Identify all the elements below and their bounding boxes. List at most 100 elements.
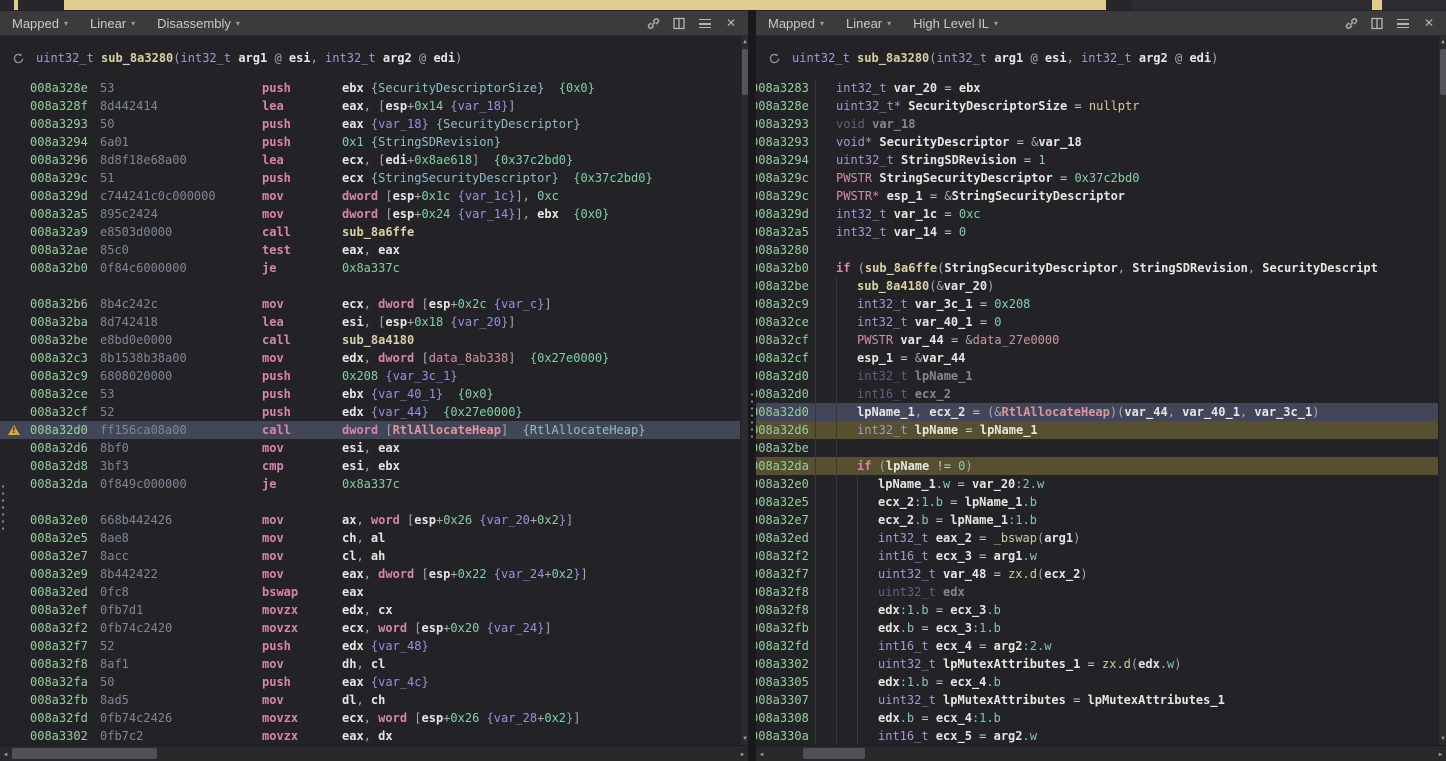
hlil-line-body[interactable]: ecx_2:1.b = lpName_1.b — [815, 493, 1446, 511]
hlil-line-body[interactable]: uint32_t edx — [815, 583, 1446, 601]
address[interactable]: 008a3293 — [756, 133, 809, 151]
address[interactable]: 008a32a5 — [30, 205, 100, 223]
address[interactable]: 008a330a — [756, 727, 809, 745]
scroll-left-icon[interactable]: ◀ — [756, 746, 767, 761]
disasm-line[interactable]: 008a33020fb7c2movzxeax, dx — [0, 727, 748, 745]
mnemonic[interactable]: lea — [262, 151, 342, 169]
mnemonic[interactable]: push — [262, 79, 342, 97]
hlil-line[interactable]: 008a3293 void var_18 — [756, 115, 1446, 133]
hlil-line-body[interactable]: if (lpName != 0) — [815, 457, 1446, 475]
address[interactable]: 008a328f — [30, 97, 100, 115]
mnemonic[interactable]: mov — [262, 295, 342, 313]
hlil-line[interactable]: 008a32e5ecx_2:1.b = lpName_1.b — [756, 493, 1446, 511]
hlil-line-body[interactable]: edx.b = ecx_3:1.b — [815, 619, 1446, 637]
hlil-line[interactable]: 008a3283int32_t var_20 = ebx — [756, 79, 1446, 97]
disasm-line[interactable]: 008a32c38b1538b38a00movedx, dword [data_… — [0, 349, 748, 367]
hlil-line-body[interactable]: edx.b = ecx_4:1.b — [815, 709, 1446, 727]
address[interactable]: 008a32b0 — [30, 259, 100, 277]
address[interactable]: 008a32f7 — [756, 565, 809, 583]
mnemonic[interactable]: mov — [262, 547, 342, 565]
hlil-line[interactable]: 008a330aint16_t ecx_5 = arg2.w — [756, 727, 1446, 745]
hlil-line-body[interactable]: ecx_2.b = lpName_1:1.b — [815, 511, 1446, 529]
address[interactable]: 008a329c — [756, 169, 809, 187]
mnemonic[interactable]: mov — [262, 565, 342, 583]
hlil-line-body[interactable] — [815, 439, 1446, 457]
pane-splitter-grip[interactable] — [750, 392, 754, 438]
disasm-line[interactable]: 008a32ed0fc8bswapeax — [0, 583, 748, 601]
address[interactable]: 008a3294 — [756, 151, 809, 169]
address[interactable]: 008a32d0 — [756, 403, 809, 421]
scroll-up-icon[interactable]: ▲ — [1439, 36, 1446, 48]
close-pane-icon[interactable]: ✕ — [1420, 15, 1438, 31]
disasm-line[interactable]: 008a328f8d442414leaeax, [esp+0x14 {var_1… — [0, 97, 748, 115]
mnemonic[interactable]: call — [262, 331, 342, 349]
hlil-line-body[interactable]: PWSTR StringSecurityDescriptor = 0x37c2b… — [815, 169, 1446, 187]
disasm-line[interactable]: 008a32f752pushedx {var_48} — [0, 637, 748, 655]
address[interactable]: 008a329d — [756, 205, 809, 223]
hlil-line-body[interactable]: int32_t lpName_1 — [815, 367, 1446, 385]
mnemonic[interactable]: push — [262, 115, 342, 133]
disasm-line[interactable]: 008a32fd0fb74c2426movzxecx, word [esp+0x… — [0, 709, 748, 727]
tab-high-level-il[interactable]: High Level IL ▾ — [913, 16, 998, 31]
hlil-line-body[interactable]: esp_1 = &var_44 — [815, 349, 1446, 367]
scrollbar-thumb[interactable] — [12, 748, 157, 759]
tab-mapped-left[interactable]: Mapped ▾ — [12, 16, 68, 31]
operands[interactable]: 0x8a337c — [342, 475, 748, 493]
mnemonic[interactable]: cmp — [262, 457, 342, 475]
operands[interactable]: edx, cx — [342, 601, 748, 619]
disasm-line[interactable]: 008a32ae85c0testeax, eax — [0, 241, 748, 259]
address[interactable]: 008a32e0 — [30, 511, 100, 529]
disasm-line[interactable]: 008a329dc744241c0c000000movdword [esp+0x… — [0, 187, 748, 205]
disasm-line[interactable]: 008a32bee8bd0e0000callsub_8a4180 — [0, 331, 748, 349]
hlil-line-body[interactable]: uint32_t lpMutexAttributes = lpMutexAttr… — [815, 691, 1446, 709]
disasm-line[interactable]: 008a32d0ff156ca08a00calldword [RtlAlloca… — [0, 421, 748, 439]
disasm-line[interactable]: 008a32ef0fb7d1movzxedx, cx — [0, 601, 748, 619]
pane-menu-icon[interactable] — [1394, 15, 1412, 31]
address[interactable]: 008a32ba — [30, 313, 100, 331]
hlil-line[interactable]: 008a3293void* SecurityDescriptor = &var_… — [756, 133, 1446, 151]
operands[interactable]: eax, [esp+0x14 {var_18}] — [342, 97, 748, 115]
address[interactable]: 008a32b6 — [30, 295, 100, 313]
hlil-line-body[interactable]: int32_t var_20 = ebx — [815, 79, 1446, 97]
hlil-line-body[interactable]: PWSTR var_44 = &data_27e0000 — [815, 331, 1446, 349]
disasm-line[interactable]: 008a32e0668b442426movax, word [esp+0x26 … — [0, 511, 748, 529]
hlil-line-body[interactable]: int16_t ecx_4 = arg2:2.w — [815, 637, 1446, 655]
function-signature[interactable]: uint32_t sub_8a3280(int32_t arg1 @ esi, … — [766, 48, 1446, 68]
hlil-line-body[interactable]: void var_18 — [815, 115, 1446, 133]
hlil-line[interactable]: 008a32ceint32_t var_40_1 = 0 — [756, 313, 1446, 331]
disasm-line[interactable]: 008a32d83bf3cmpesi, ebx — [0, 457, 748, 475]
horizontal-scrollbar-right[interactable]: ◀ ▶ — [756, 746, 1446, 761]
hlil-line-body[interactable]: lpName_1, ecx_2 = (&RtlAllocateHeap)(var… — [815, 403, 1446, 421]
left-edge-splitter-grip[interactable] — [1, 484, 5, 530]
address[interactable]: 008a32a5 — [756, 223, 809, 241]
mnemonic[interactable]: push — [262, 169, 342, 187]
address[interactable]: 008a32d8 — [30, 457, 100, 475]
close-pane-icon[interactable]: ✕ — [722, 15, 740, 31]
operands[interactable]: dword [esp+0x24 {var_14}], ebx {0x0} — [342, 205, 748, 223]
scrollbar-thumb[interactable] — [803, 748, 865, 759]
address[interactable]: 008a3293 — [756, 115, 809, 133]
address[interactable]: 008a32ce — [756, 313, 809, 331]
disasm-line[interactable]: 008a32fa50pusheax {var_4c} — [0, 673, 748, 691]
mnemonic[interactable]: mov — [262, 511, 342, 529]
operands[interactable]: ecx, dword [esp+0x2c {var_c}] — [342, 295, 748, 313]
hlil-line[interactable]: 008a32f8edx:1.b = ecx_3.b — [756, 601, 1446, 619]
address[interactable]: 008a3308 — [756, 709, 809, 727]
disasm-line[interactable]: 008a32c96808020000push0x208 {var_3c_1} — [0, 367, 748, 385]
sync-link-icon[interactable] — [1342, 15, 1360, 31]
address[interactable]: 008a32cf — [756, 349, 809, 367]
address[interactable]: 008a32ef — [30, 601, 100, 619]
operands[interactable]: edx {var_44} {0x27e0000} — [342, 403, 748, 421]
address[interactable]: 008a32f2 — [30, 619, 100, 637]
hlil-line[interactable]: 008a32e0lpName_1.w = var_20:2.w — [756, 475, 1446, 493]
hlil-line-body[interactable]: uint32_t var_48 = zx.d(ecx_2) — [815, 565, 1446, 583]
disasm-line[interactable]: 008a32a5895c2424movdword [esp+0x24 {var_… — [0, 205, 748, 223]
hlil-line-body[interactable]: int32_t var_14 = 0 — [815, 223, 1446, 241]
disasm-line[interactable]: 008a32d68bf0movesi, eax — [0, 439, 748, 457]
operands[interactable]: ebx {SecurityDescriptorSize} {0x0} — [342, 79, 748, 97]
address[interactable]: 008a32f8 — [30, 655, 100, 673]
mnemonic[interactable]: push — [262, 673, 342, 691]
disasm-line[interactable]: 008a32946a01push0x1 {StringSDRevision} — [0, 133, 748, 151]
operands[interactable]: ch, al — [342, 529, 748, 547]
address[interactable]: 008a3302 — [756, 655, 809, 673]
